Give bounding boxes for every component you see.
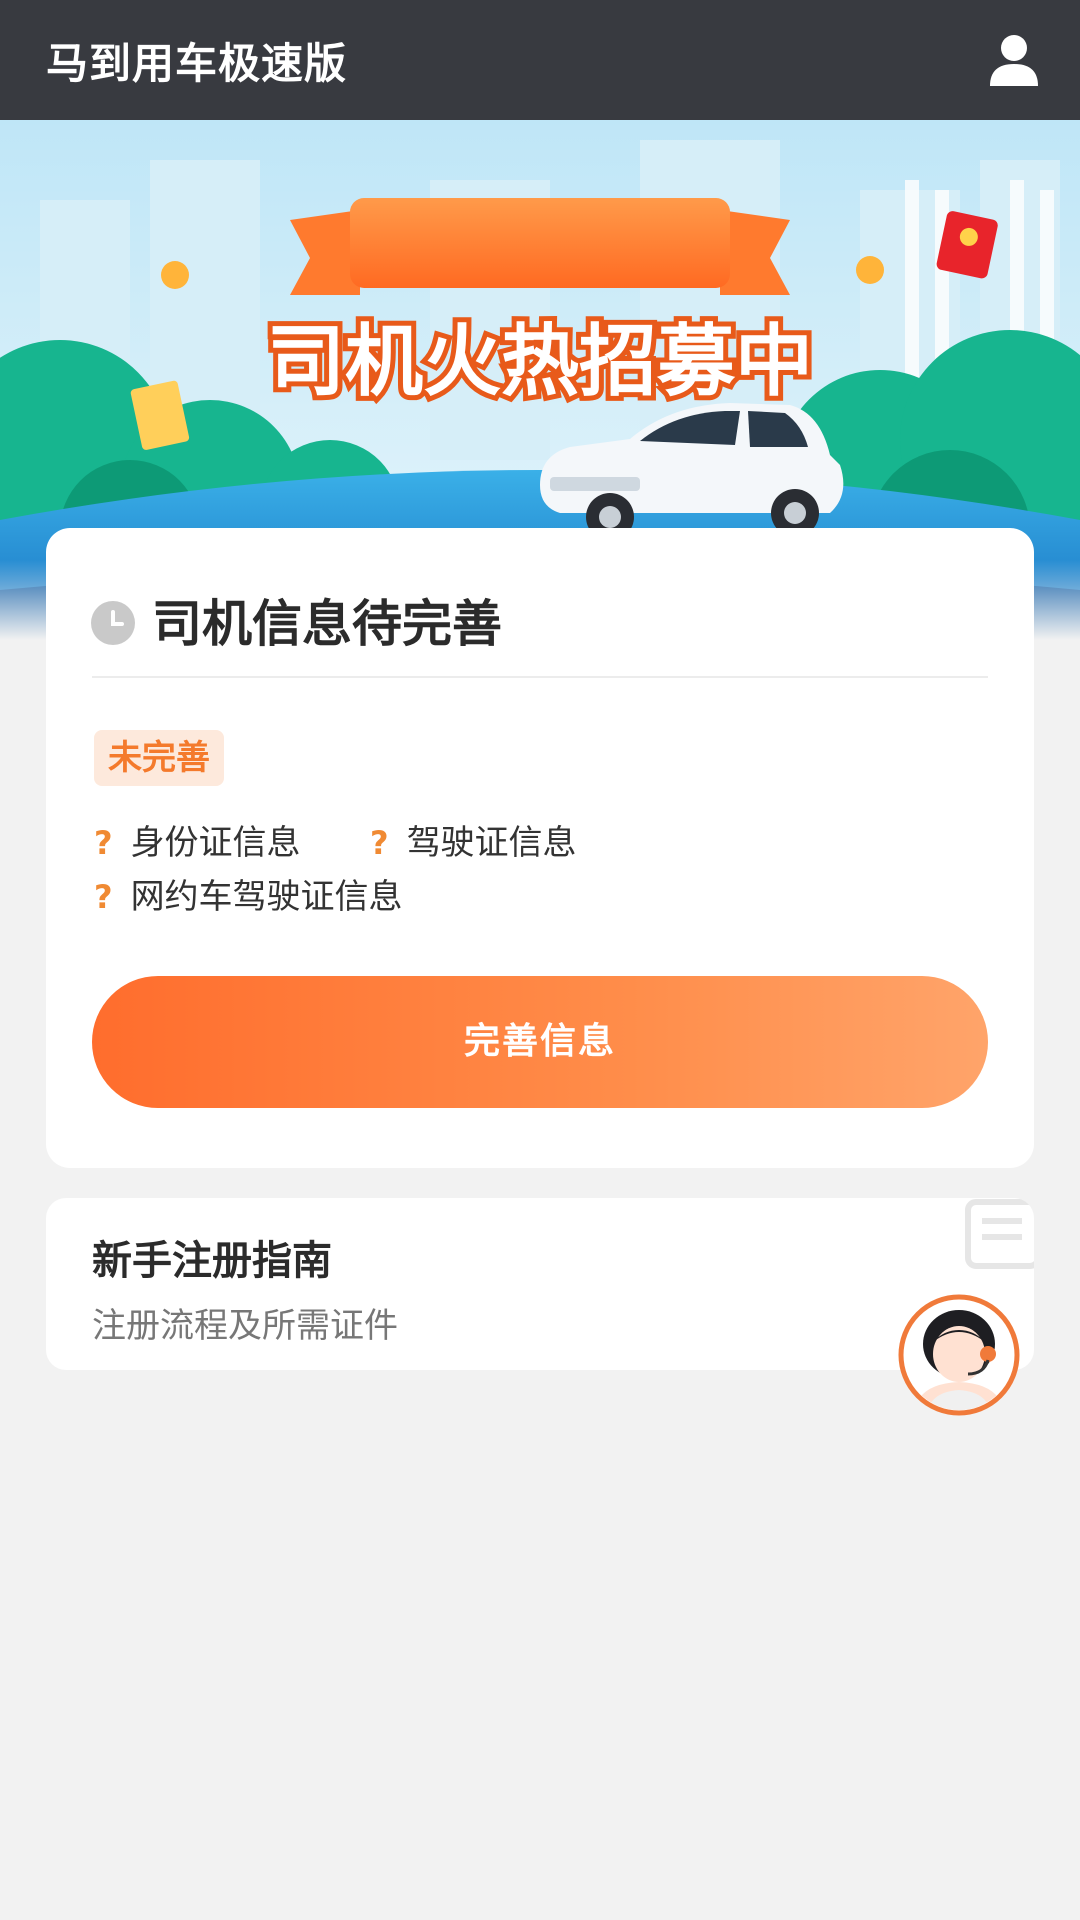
driver-info-card: 司机信息待完善 未完善 ? 身份证信息 ? 驾驶证信息 ? 网约车驾驶证信息 完善信息 [46, 528, 1034, 1168]
requirement-label: 身份证信息 [130, 823, 301, 863]
requirement-label: 网约车驾驶证信息 [130, 877, 403, 917]
question-mark-icon: ? [370, 824, 389, 862]
requirement-label: 驾驶证信息 [406, 823, 577, 863]
question-mark-icon: ? [94, 878, 113, 916]
guide-title: 新手注册指南 [92, 1238, 332, 1284]
banner-headline-group: 司机火热招募中 司机火热招募中 [262, 312, 818, 412]
requirement-id-card[interactable]: ? 身份证信息 [94, 818, 301, 868]
driver-info-title: 司机信息待完善 [152, 595, 502, 653]
requirement-ride-hailing-license[interactable]: ? 网约车驾驶证信息 [94, 872, 403, 922]
customer-service-button[interactable] [884, 1292, 1034, 1418]
guide-subtitle: 注册流程及所需证件 [92, 1306, 398, 1346]
divider [92, 676, 988, 678]
customer-service-agent-icon [898, 1294, 1020, 1416]
complete-info-button[interactable]: 完善信息 [92, 976, 988, 1108]
app-title: 马到用车极速版 [46, 39, 348, 88]
status-badge: 未完善 [94, 730, 224, 786]
banner-headline: 司机火热招募中 [267, 317, 813, 407]
user-icon [990, 35, 1038, 86]
top-app-bar: 马到用车极速版 [0, 0, 1080, 120]
document-icon [965, 1199, 1034, 1269]
user-profile-button[interactable] [984, 30, 1044, 90]
clock-icon [91, 601, 135, 645]
question-mark-icon: ? [94, 824, 113, 862]
requirement-driver-license[interactable]: ? 驾驶证信息 [370, 818, 577, 868]
